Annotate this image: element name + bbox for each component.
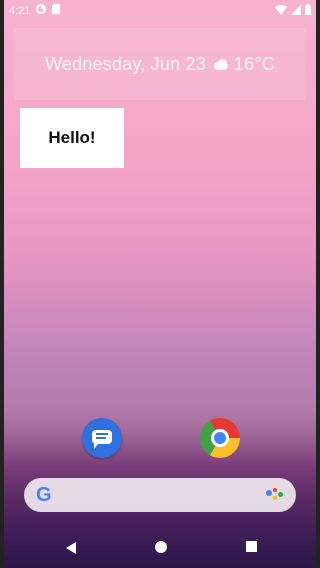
status-left: 4:21 xyxy=(9,4,61,17)
status-bar: 4:21 xyxy=(4,0,316,22)
at-a-glance-widget[interactable]: Wednesday, Jun 23 16°C xyxy=(14,28,306,100)
signal-icon xyxy=(291,4,301,18)
back-button[interactable] xyxy=(66,542,76,554)
google-assistant-icon[interactable] xyxy=(266,488,284,502)
assistant-dot-green xyxy=(278,492,283,497)
sd-card-icon xyxy=(52,4,61,17)
wifi-icon xyxy=(275,4,287,18)
recents-button[interactable] xyxy=(246,541,257,552)
weather-line: Wednesday, Jun 23 16°C xyxy=(14,54,306,75)
data-saver-icon xyxy=(36,4,47,17)
google-logo-icon: G xyxy=(36,484,52,506)
google-search-bar[interactable]: G xyxy=(24,478,296,512)
assistant-dot-yellow xyxy=(273,496,277,500)
chrome-center-dot xyxy=(214,432,226,444)
status-right xyxy=(275,4,311,18)
assistant-dot-blue xyxy=(266,490,272,496)
hello-widget[interactable]: Hello! xyxy=(20,108,124,168)
assistant-dot-red xyxy=(273,488,277,492)
messages-app-icon[interactable] xyxy=(82,418,122,458)
home-screen: 4:21 Wednesday, Jun 23 16°C Hello! G xyxy=(4,0,316,568)
cloud-icon xyxy=(212,59,230,71)
home-button[interactable] xyxy=(155,541,167,553)
message-line xyxy=(96,437,106,439)
temperature-text[interactable]: 16°C xyxy=(234,54,275,74)
messages-icon xyxy=(92,430,112,449)
navigation-bar xyxy=(4,528,316,568)
status-time: 4:21 xyxy=(9,4,31,17)
hello-text: Hello! xyxy=(48,128,96,147)
chrome-app-icon[interactable] xyxy=(200,418,240,458)
date-text[interactable]: Wednesday, Jun 23 xyxy=(45,54,206,74)
message-line xyxy=(96,433,108,435)
battery-icon xyxy=(305,4,311,18)
phone-frame: 4:21 Wednesday, Jun 23 16°C Hello! G xyxy=(0,0,320,568)
chrome-icon xyxy=(211,429,229,447)
